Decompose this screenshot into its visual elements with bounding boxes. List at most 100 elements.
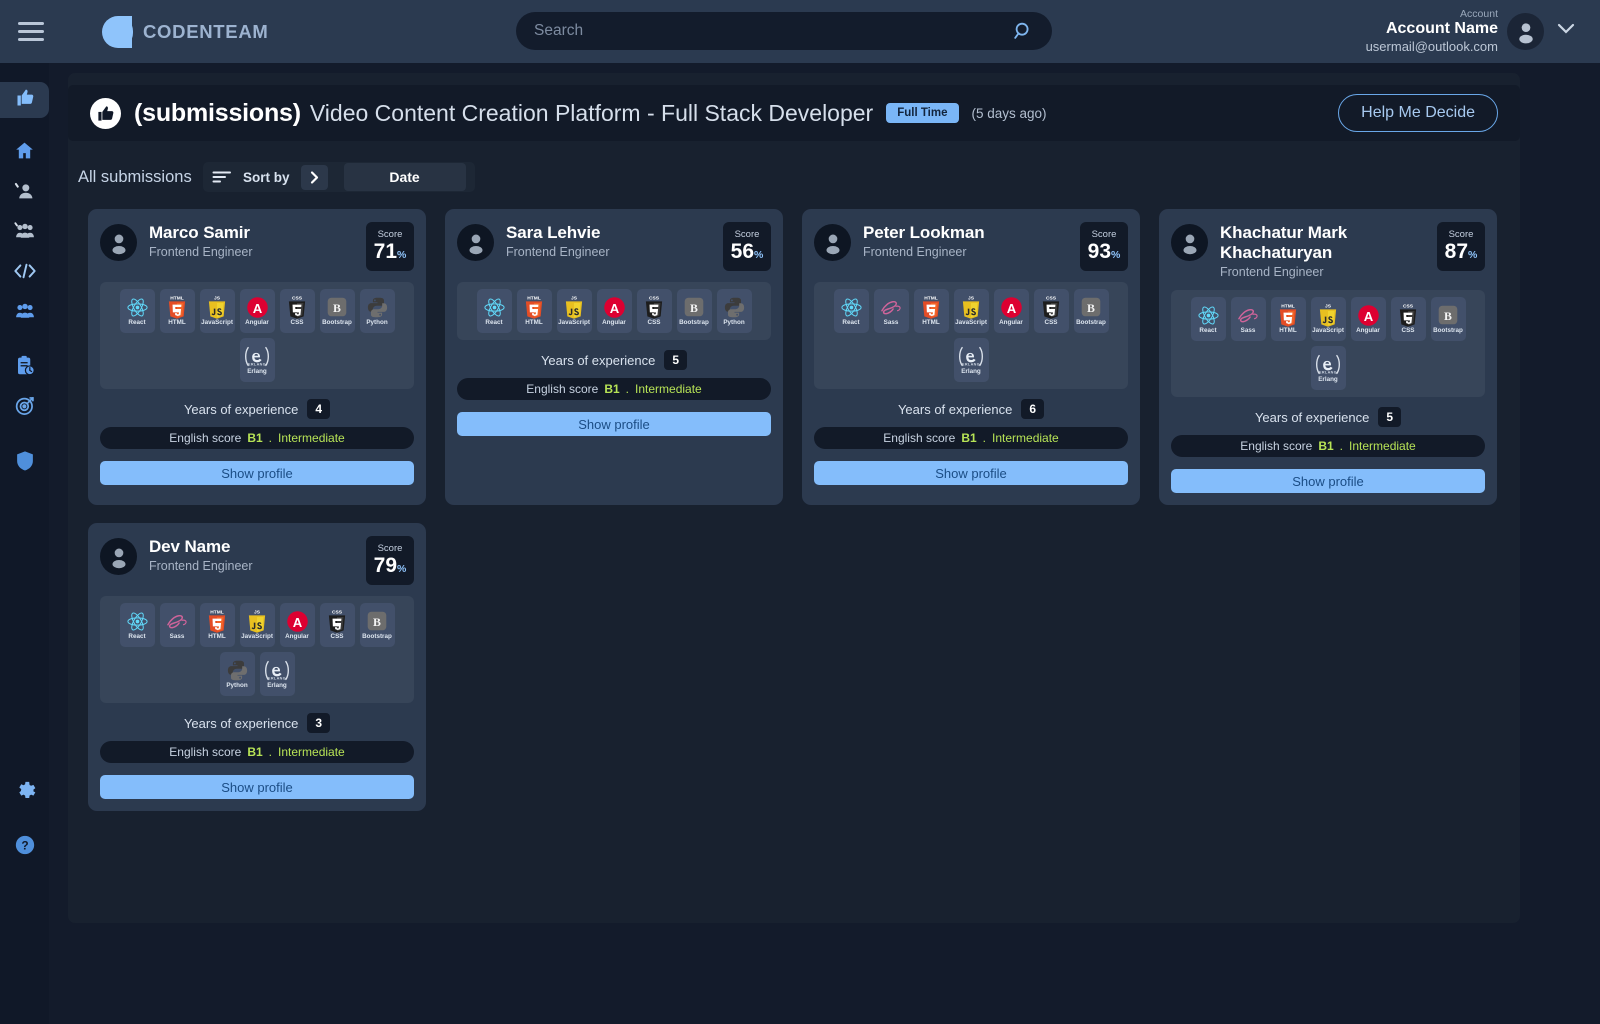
skill-chip[interactable]: React	[833, 289, 869, 333]
skill-chip[interactable]: A Angular	[279, 603, 315, 647]
brand-logo[interactable]: CODENTEAM	[102, 15, 269, 48]
show-profile-button[interactable]: Show profile	[814, 461, 1128, 485]
avatar[interactable]	[1507, 13, 1544, 50]
css-icon: CSS	[1040, 295, 1062, 320]
clipboard-clock-icon	[15, 355, 35, 381]
skill-chip[interactable]: A Angular	[1350, 297, 1386, 341]
skills-list: React HTML HTML JS JavaScript A Angular …	[100, 282, 414, 389]
score-badge: Score 93%	[1080, 222, 1128, 271]
chevron-right-icon[interactable]	[300, 164, 328, 190]
skill-chip[interactable]: CSS CSS	[1033, 289, 1069, 333]
skill-chip[interactable]: Sass	[1230, 297, 1266, 341]
skill-chip[interactable]: B Bootstrap	[319, 289, 355, 333]
skill-chip[interactable]: React	[476, 289, 512, 333]
years-of-experience-label: Years of experience	[1254, 409, 1370, 425]
account-info[interactable]: Account Account Name usermail@outlook.co…	[1366, 8, 1498, 54]
search-icon[interactable]	[1012, 20, 1034, 42]
candidate-header: Marco Samir Frontend Engineer Score 71%	[100, 222, 414, 271]
skill-chip[interactable]: A Angular	[993, 289, 1029, 333]
skill-chip[interactable]: A Angular	[596, 289, 632, 333]
skill-label: Angular	[602, 319, 626, 327]
skill-chip[interactable]: A Angular	[239, 289, 275, 333]
bootstrap-icon: B	[366, 609, 388, 633]
skill-chip[interactable]: JS JavaScript	[199, 289, 235, 333]
skill-chip[interactable]: Python	[359, 289, 395, 333]
sort-lines-icon[interactable]	[212, 170, 232, 184]
sidebar-item-assessments[interactable]	[0, 348, 49, 388]
candidate-identity: Sara Lehvie Frontend Engineer	[506, 222, 610, 259]
account-name: Account Name	[1385, 20, 1498, 38]
sidebar-item-home[interactable]	[0, 133, 49, 173]
hamburger-menu-icon[interactable]	[6, 22, 56, 41]
chevron-down-icon[interactable]	[1556, 22, 1576, 40]
skill-chip[interactable]: React	[119, 603, 155, 647]
react-icon	[840, 295, 863, 319]
sidebar-item-teams[interactable]	[0, 213, 49, 253]
search-input[interactable]	[534, 22, 1012, 40]
skill-chip[interactable]: Python	[716, 289, 752, 333]
skill-chip[interactable]: Sass	[873, 289, 909, 333]
skill-chip[interactable]: React	[1190, 297, 1226, 341]
skill-chip[interactable]: React	[119, 289, 155, 333]
skill-chip[interactable]: ERLANG Erlang	[953, 338, 989, 382]
english-description: Intermediate	[278, 431, 345, 445]
help-me-decide-button[interactable]: Help Me Decide	[1338, 94, 1498, 132]
level-separator: .	[268, 431, 273, 445]
skill-chip[interactable]: Sass	[159, 603, 195, 647]
bootstrap-icon: B	[1437, 303, 1459, 327]
english-score-label: English score	[526, 382, 599, 396]
skill-chip[interactable]: B Bootstrap	[1073, 289, 1109, 333]
skill-chip[interactable]: HTML HTML	[913, 289, 949, 333]
sidebar-item-candidates[interactable]	[0, 293, 49, 333]
candidate-card: Marco Samir Frontend Engineer Score 71% …	[88, 209, 426, 505]
show-profile-button[interactable]: Show profile	[1171, 469, 1485, 493]
skill-chip[interactable]: JS JavaScript	[556, 289, 592, 333]
skill-chip[interactable]: HTML HTML	[1270, 297, 1306, 341]
skill-chip[interactable]: CSS CSS	[279, 289, 315, 333]
show-profile-button[interactable]: Show profile	[100, 461, 414, 485]
candidate-avatar	[814, 224, 851, 261]
svg-text:CSS: CSS	[1046, 296, 1057, 302]
skill-chip[interactable]: ERLANG Erlang	[259, 652, 295, 696]
svg-text:HTML: HTML	[1281, 304, 1295, 310]
skill-chip[interactable]: B Bootstrap	[676, 289, 712, 333]
skill-chip[interactable]: CSS CSS	[1390, 297, 1426, 341]
skill-label: JavaScript	[201, 319, 233, 327]
score-percent-sign: %	[397, 562, 407, 575]
english-score: English score B1 . Intermediate	[814, 427, 1128, 449]
years-of-experience: Years of experience 4	[100, 399, 414, 419]
skill-chip[interactable]: JS JavaScript	[953, 289, 989, 333]
sidebar-item-help[interactable]: ?	[0, 827, 49, 867]
skill-chip[interactable]: B Bootstrap	[1430, 297, 1466, 341]
target-icon	[14, 395, 36, 422]
show-profile-button[interactable]: Show profile	[100, 775, 414, 799]
sidebar-item-profile[interactable]	[0, 173, 49, 213]
user-edit-icon	[14, 180, 35, 206]
show-profile-button[interactable]: Show profile	[457, 412, 771, 436]
skill-chip[interactable]: B Bootstrap	[359, 603, 395, 647]
skill-chip[interactable]: JS JavaScript	[1310, 297, 1346, 341]
skill-label: Bootstrap	[1076, 319, 1106, 327]
sidebar-item-settings[interactable]	[0, 773, 49, 813]
erlang-icon: ERLANG	[264, 658, 290, 682]
skill-chip[interactable]: ERLANG Erlang	[239, 338, 275, 382]
sidebar-item-submissions[interactable]	[0, 82, 49, 118]
sidebar-item-code[interactable]	[0, 253, 49, 293]
sort-field-date-button[interactable]: Date	[343, 163, 466, 191]
skill-label: Sass	[169, 633, 185, 641]
search-bar[interactable]	[516, 12, 1052, 50]
all-submissions-label[interactable]: All submissions	[68, 168, 203, 187]
skill-chip[interactable]: HTML HTML	[199, 603, 235, 647]
skill-chip[interactable]: HTML HTML	[159, 289, 195, 333]
svg-text:CSS: CSS	[332, 610, 343, 616]
skill-chip[interactable]: HTML HTML	[516, 289, 552, 333]
skill-chip[interactable]: Python	[219, 652, 255, 696]
skill-chip[interactable]: JS JavaScript	[239, 603, 275, 647]
skill-chip[interactable]: CSS CSS	[636, 289, 672, 333]
codenteam-logo-icon	[102, 15, 133, 48]
skill-chip[interactable]: ERLANG Erlang	[1310, 346, 1346, 390]
sidebar-item-security[interactable]	[0, 443, 49, 483]
sort-toolbar: All submissions Sort by Date	[68, 157, 1520, 197]
skill-chip[interactable]: CSS CSS	[319, 603, 355, 647]
sidebar-item-targets[interactable]	[0, 388, 49, 428]
